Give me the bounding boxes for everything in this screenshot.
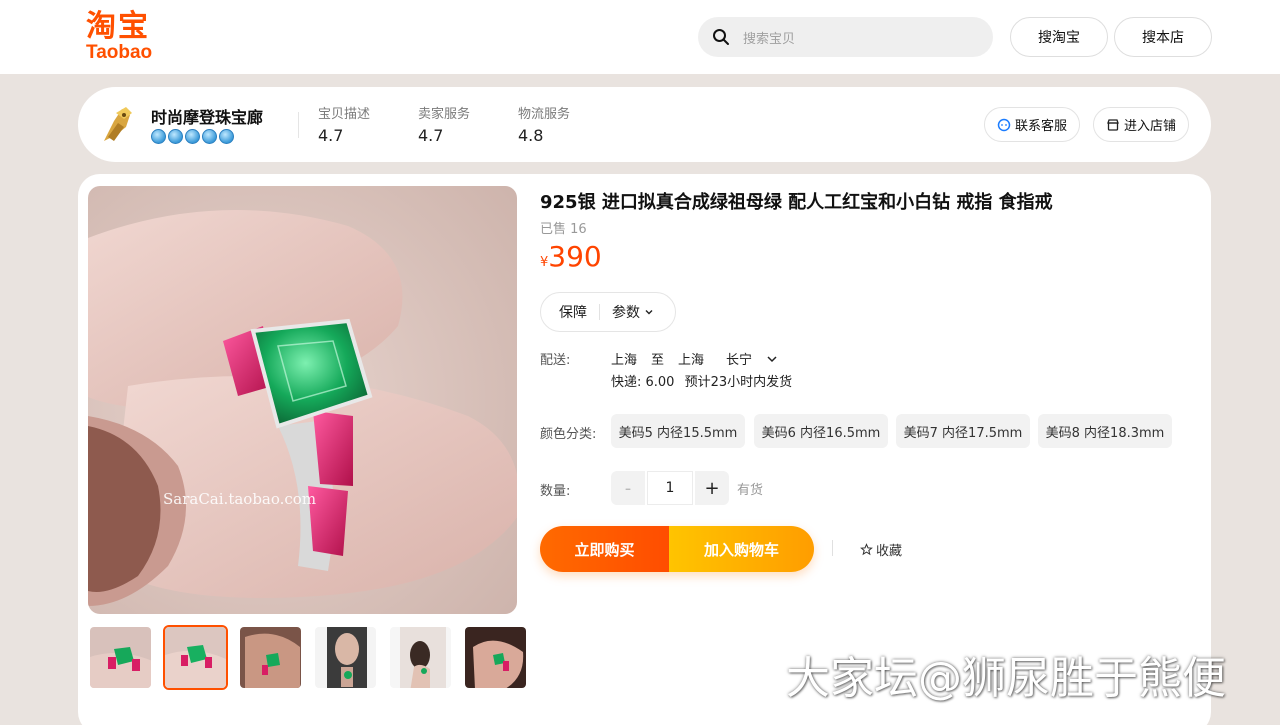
score-label: 宝贝描述 bbox=[318, 107, 371, 122]
sku-option[interactable]: 美码7 内径17.5mm bbox=[896, 414, 1030, 448]
purchase-buttons: 立即购买 加入购物车 bbox=[540, 526, 814, 572]
add-to-cart-button[interactable]: 加入购物车 bbox=[669, 526, 814, 572]
favorite-label: 收藏 bbox=[876, 544, 903, 559]
enter-store-label: 进入店铺 bbox=[1124, 119, 1177, 134]
ship-from: 上海 bbox=[611, 353, 638, 368]
shop-bar: 时尚摩登珠宝廊 宝贝描述 4.7 卖家服务 4.7 物流服务 4.8 联系客服 … bbox=[78, 87, 1211, 162]
shop-name[interactable]: 时尚摩登珠宝廊 bbox=[151, 104, 263, 128]
thumbnail[interactable] bbox=[88, 625, 153, 690]
divider bbox=[599, 304, 600, 320]
quantity-stepper: - 1 + 有货 bbox=[611, 471, 763, 505]
score-description: 宝贝描述 4.7 bbox=[318, 103, 370, 145]
contact-service-label: 联系客服 bbox=[1015, 119, 1068, 134]
crown-icon bbox=[219, 129, 234, 144]
store-icon bbox=[1107, 118, 1119, 131]
page-watermark: 大家坛@狮尿胜于熊便 bbox=[786, 653, 1226, 704]
ring-photo: SaraCai.taobao.com bbox=[88, 186, 517, 614]
guarantee-params-pill: 保障 参数 bbox=[540, 292, 676, 332]
stock-status: 有货 bbox=[737, 482, 764, 498]
score-service: 卖家服务 4.7 bbox=[418, 103, 470, 145]
product-title: 925银 进口拟真合成绿祖母绿 配人工红宝和小白钻 戒指 食指戒 bbox=[540, 192, 1053, 213]
star-icon bbox=[860, 543, 873, 556]
thumbnail-strip bbox=[88, 625, 528, 690]
ship-to-word: 至 bbox=[651, 353, 665, 368]
thumbnail[interactable] bbox=[463, 625, 528, 690]
contact-service-button[interactable]: 联系客服 bbox=[984, 107, 1081, 142]
enter-store-button[interactable]: 进入店铺 bbox=[1093, 107, 1190, 142]
color-label: 颜色分类: bbox=[540, 427, 597, 442]
divider bbox=[832, 540, 833, 556]
search-placeholder: 搜索宝贝 bbox=[743, 32, 796, 47]
sku-option[interactable]: 美码8 内径18.3mm bbox=[1038, 414, 1172, 448]
thumbnail-selected[interactable] bbox=[163, 625, 228, 690]
score-value: 4.8 bbox=[518, 126, 544, 145]
score-value: 4.7 bbox=[418, 126, 444, 145]
quantity-label: 数量: bbox=[540, 484, 571, 499]
quantity-decrease-button[interactable]: - bbox=[611, 471, 645, 505]
quantity-increase-button[interactable]: + bbox=[695, 471, 729, 505]
price: ¥390 bbox=[540, 240, 602, 273]
search-input[interactable]: 搜索宝贝 bbox=[698, 17, 993, 57]
taobao-logo[interactable]: 淘宝 Taobao bbox=[86, 11, 170, 65]
price-value: 390 bbox=[548, 240, 602, 273]
buy-now-button[interactable]: 立即购买 bbox=[540, 526, 669, 572]
crown-icon bbox=[168, 129, 183, 144]
logo-cn: 淘宝 bbox=[86, 9, 150, 44]
quantity-input[interactable]: 1 bbox=[647, 471, 693, 505]
chevron-down-icon bbox=[645, 310, 653, 315]
tab-params[interactable]: 参数 bbox=[612, 302, 640, 322]
score-value: 4.7 bbox=[318, 126, 344, 145]
ship-to[interactable]: 上海 bbox=[678, 349, 704, 368]
chevron-down-icon[interactable] bbox=[766, 353, 778, 365]
shipping-route: 上海 至 上海 长宁 bbox=[611, 349, 778, 368]
search-taobao-button[interactable]: 搜淘宝 bbox=[1010, 17, 1108, 57]
tab-guarantee[interactable]: 保障 bbox=[559, 302, 587, 322]
crown-icon bbox=[202, 129, 217, 144]
search-icon bbox=[713, 29, 729, 45]
top-bar: 淘宝 Taobao 搜索宝贝 搜淘宝 搜本店 bbox=[0, 0, 1280, 74]
image-watermark: SaraCai.taobao.com bbox=[163, 490, 316, 508]
ship-district[interactable]: 长宁 bbox=[726, 349, 752, 368]
favorite-button[interactable]: 收藏 bbox=[860, 540, 902, 559]
sold-count: 已售 16 bbox=[540, 222, 587, 237]
shipping-fee: 快递: 6.00 bbox=[611, 375, 675, 390]
divider bbox=[298, 112, 299, 138]
shop-level-crowns bbox=[151, 129, 234, 144]
score-logistics: 物流服务 4.8 bbox=[518, 103, 570, 145]
thumbnail[interactable] bbox=[238, 625, 303, 690]
shipping-label: 配送: bbox=[540, 353, 571, 368]
score-label: 卖家服务 bbox=[418, 107, 471, 122]
chat-icon bbox=[997, 118, 1011, 131]
sku-option[interactable]: 美码6 内径16.5mm bbox=[754, 414, 888, 448]
crown-icon bbox=[185, 129, 200, 144]
search-store-button[interactable]: 搜本店 bbox=[1114, 17, 1212, 57]
sku-option[interactable]: 美码5 内径15.5mm bbox=[611, 414, 745, 448]
shipping-detail: 快递: 6.00 预计23小时内发货 bbox=[611, 371, 792, 390]
shipping-eta: 预计23小时内发货 bbox=[684, 375, 793, 390]
score-label: 物流服务 bbox=[518, 107, 571, 122]
thumbnail[interactable] bbox=[388, 625, 453, 690]
logo-en: Taobao bbox=[86, 42, 153, 63]
thumbnail[interactable] bbox=[313, 625, 378, 690]
crown-icon bbox=[151, 129, 166, 144]
product-main-image[interactable]: SaraCai.taobao.com bbox=[88, 186, 517, 614]
shop-avatar[interactable] bbox=[96, 101, 140, 147]
